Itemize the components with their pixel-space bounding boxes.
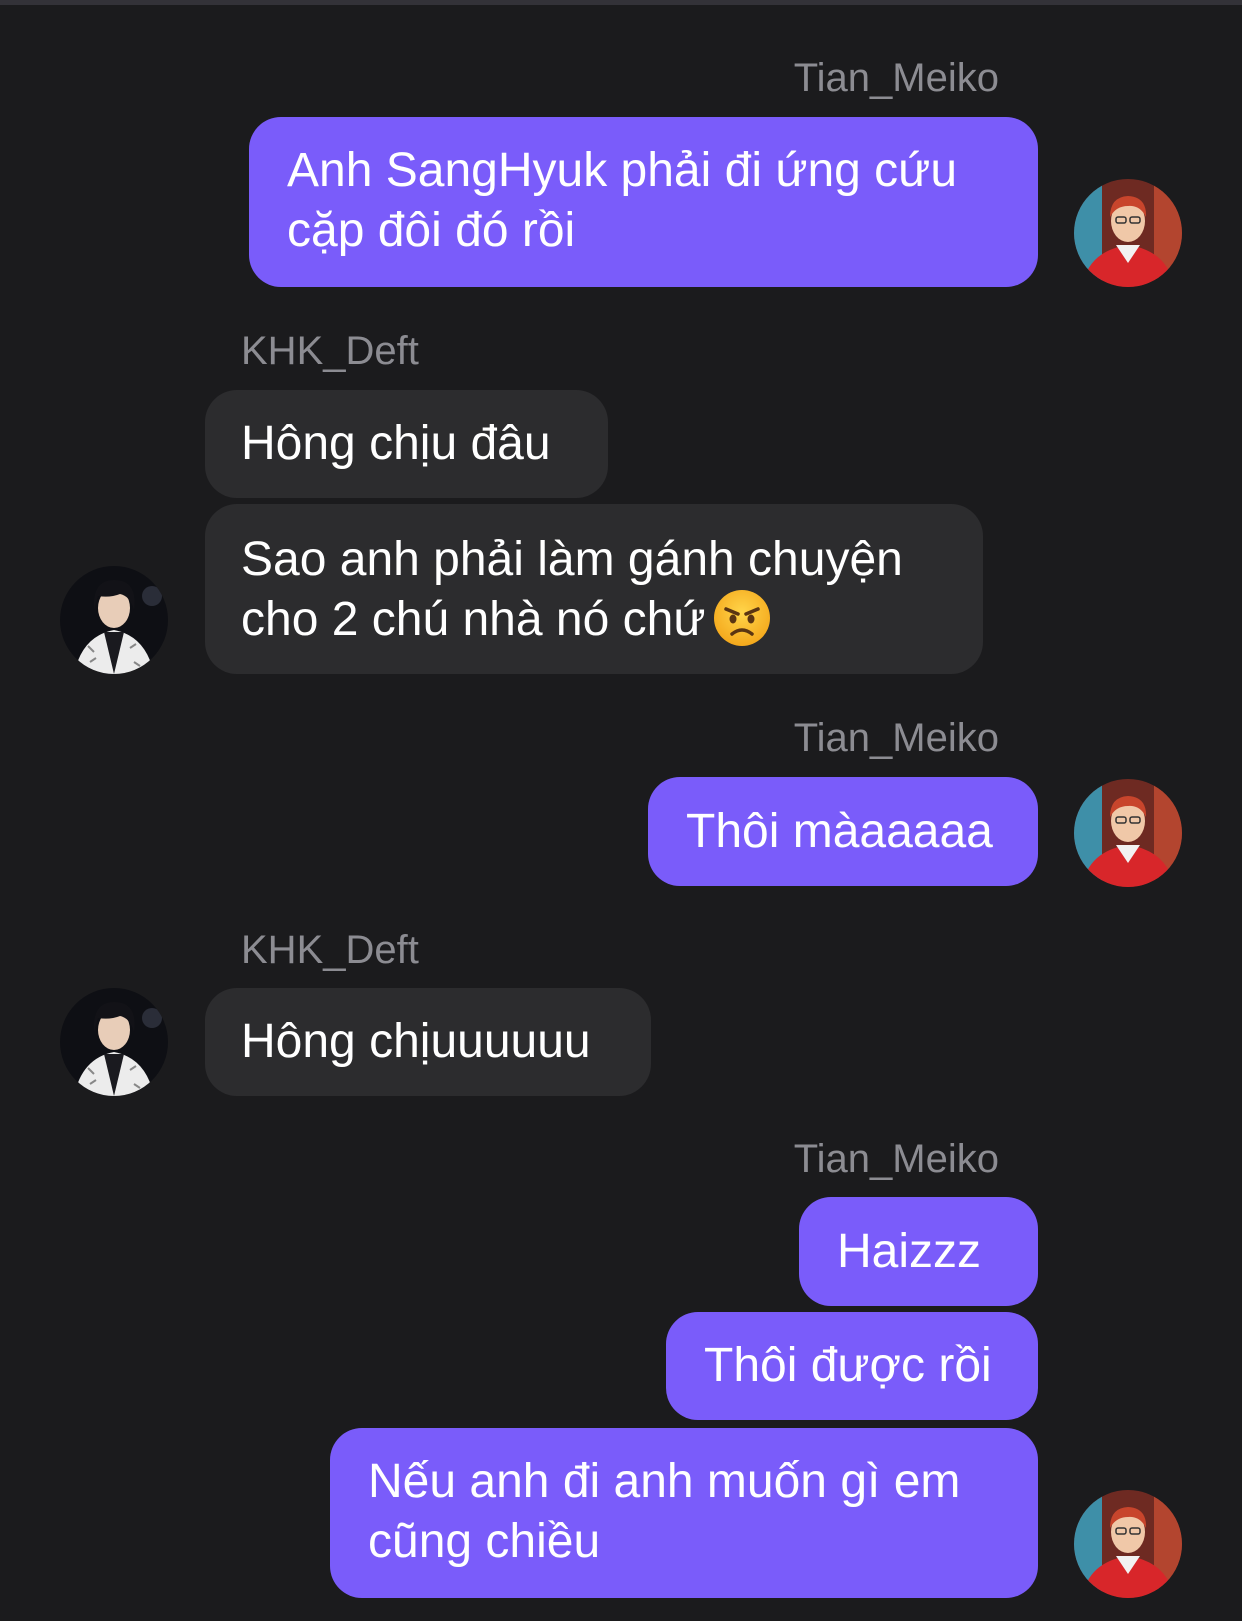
outgoing-message-bubble[interactable]: Nếu anh đi anh muốn gì em cũng chiều [330, 1428, 1038, 1598]
incoming-message-bubble[interactable]: Hông chịuuuuuu [205, 988, 651, 1096]
user-avatar[interactable] [1074, 779, 1182, 887]
user-avatar-white-jacket-icon [60, 566, 168, 674]
message-line: Thôi được rồi [704, 1339, 992, 1392]
message-line: Hông chịu đâu [241, 417, 551, 470]
user-avatar[interactable] [1074, 1490, 1182, 1598]
top-divider [0, 0, 1242, 5]
sender-name: KHK_Deft [241, 928, 419, 972]
message-line: Thôi màaaaaa [686, 804, 993, 858]
user-avatar-red-jacket-icon [1074, 779, 1182, 887]
outgoing-message-bubble[interactable]: Haizzz [799, 1197, 1038, 1306]
message-line: Nếu anh đi anh muốn gì em [368, 1455, 961, 1508]
sender-name: Tian_Meiko [793, 1137, 999, 1181]
message-line: Hông chịuuuuuu [241, 1015, 591, 1068]
user-avatar[interactable] [1074, 179, 1182, 287]
sender-name: Tian_Meiko [793, 56, 999, 100]
incoming-message-bubble[interactable]: Sao anh phải làm gánh chuyện cho 2 chú n… [205, 504, 983, 674]
outgoing-message-bubble[interactable]: Anh SangHyuk phải đi ứng cứu cặp đôi đó … [249, 117, 1038, 287]
message-line: Sao anh phải làm gánh chuyện [241, 533, 903, 586]
message-line: cặp đôi đó rồi [287, 204, 576, 257]
user-avatar[interactable] [60, 566, 168, 674]
user-avatar-red-jacket-icon [1074, 179, 1182, 287]
outgoing-message-bubble[interactable]: Thôi màaaaaa [648, 777, 1038, 886]
incoming-message-bubble[interactable]: Hông chịu đâu [205, 390, 608, 498]
message-line: Haizzz [837, 1224, 982, 1278]
message-line: Anh SangHyuk phải đi ứng cứu [287, 144, 958, 197]
sender-name: KHK_Deft [241, 329, 419, 373]
message-line: cũng chiều [368, 1515, 601, 1568]
message-text: cho 2 chú nhà nó chứ [241, 593, 706, 646]
angry-face-emoji-icon [713, 589, 771, 647]
user-avatar-red-jacket-icon [1074, 1490, 1182, 1598]
outgoing-message-bubble[interactable]: Thôi được rồi [666, 1312, 1038, 1420]
user-avatar[interactable] [60, 988, 168, 1096]
message-line: cho 2 chú nhà nó chứ [241, 590, 947, 651]
user-avatar-white-jacket-icon [60, 988, 168, 1096]
sender-name: Tian_Meiko [793, 716, 999, 760]
